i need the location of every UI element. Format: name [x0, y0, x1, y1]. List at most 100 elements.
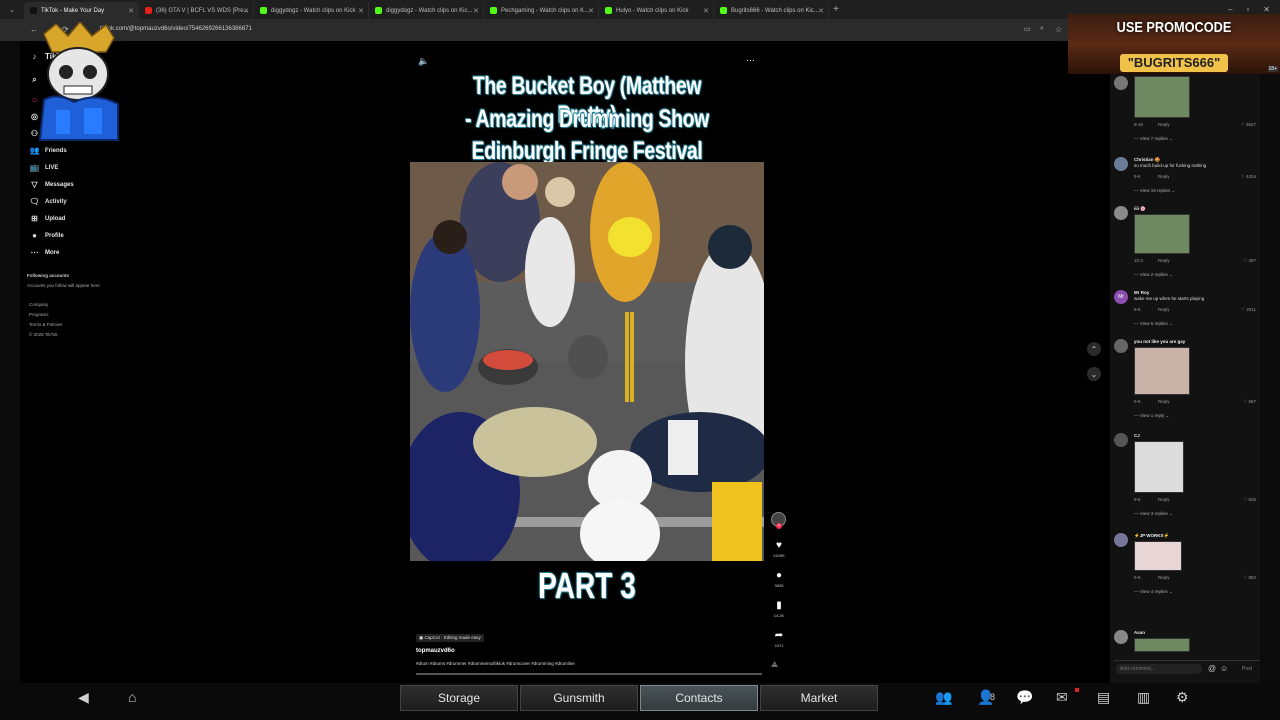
emoji-icon[interactable]: ☺ [1220, 664, 1228, 673]
sidebar-item-live[interactable]: 📺 LIVE [30, 163, 59, 172]
close-window-icon[interactable]: ✕ [1263, 5, 1270, 14]
scroll-up-icon[interactable]: ⌃ [1087, 342, 1101, 356]
sidebar-item-upload[interactable]: ⊞ Upload [30, 214, 65, 223]
view-replies-button[interactable]: — View 4 replies ⌄ [1134, 589, 1173, 595]
browser-tab[interactable]: (36) GTA V | BCFL VS WDS [Pre... ✕ [139, 2, 254, 19]
comment-author[interactable]: iiii 🌸 [1134, 206, 1146, 212]
sidebar-item-friends[interactable]: 👥 Friends [30, 146, 67, 155]
reply-button[interactable]: Reply [1158, 497, 1170, 502]
comment-author[interactable]: ⚡JP WORKS⚡ [1134, 533, 1169, 539]
sidebar-item-messages[interactable]: ▽ Messages [30, 180, 73, 189]
video-author[interactable]: topmauzvd6o [416, 648, 455, 654]
comment-author[interactable]: you not like you are gay [1134, 339, 1185, 344]
scroll-down-icon[interactable]: ⌄ [1087, 367, 1101, 381]
cast-icon[interactable]: ▭ [1024, 25, 1031, 33]
comment-image[interactable] [1134, 347, 1190, 395]
maximize-icon[interactable]: ▫ [1246, 5, 1249, 14]
avatar[interactable] [1114, 206, 1128, 220]
settings-gear-icon[interactable]: ⚙ [1176, 689, 1189, 706]
sidebar-item-profile[interactable]: ● Profile [30, 231, 64, 240]
browser-tab[interactable]: Pechgaming - Watch clips on K... ✕ [484, 2, 599, 19]
close-tab-icon[interactable]: ✕ [243, 7, 249, 15]
minimize-icon[interactable]: – [1228, 5, 1232, 14]
reply-button[interactable]: Reply [1158, 307, 1170, 312]
hud-tab-market[interactable]: Market [760, 685, 878, 711]
handbook-icon[interactable]: ▤ [1097, 689, 1110, 706]
save-button[interactable]: ▮ 14.2K [770, 600, 788, 618]
comment-likes[interactable]: ♡ 892 [1243, 575, 1256, 581]
avatar[interactable] [1114, 630, 1128, 644]
comment-image[interactable] [1134, 76, 1190, 118]
close-tab-icon[interactable]: ✕ [588, 7, 594, 15]
capcut-tag[interactable]: ▣ CapCut · Editing made easy [416, 634, 484, 642]
hud-tab-contacts[interactable]: Contacts [640, 685, 758, 711]
like-button[interactable]: ♥ 2429K [770, 540, 788, 558]
home-icon[interactable]: ⌂ [128, 689, 136, 705]
browser-tab[interactable]: TikTok - Make Your Day ✕ [24, 2, 139, 19]
zoom-icon[interactable]: ⌕ [1040, 25, 1044, 33]
more-options-icon[interactable]: ⋯ [746, 55, 755, 66]
view-replies-button[interactable]: — View 5 replies ⌄ [1134, 321, 1173, 327]
avatar[interactable] [1114, 533, 1128, 547]
close-tab-icon[interactable]: ✕ [703, 7, 709, 15]
comment-likes[interactable]: ♡ 4204 [1241, 174, 1256, 180]
tab-list-icon[interactable]: ⌄ [0, 1, 24, 18]
view-replies-button[interactable]: — View 7 replies ⌄ [1134, 136, 1173, 142]
view-replies-button[interactable]: — View 1 reply ⌄ [1134, 413, 1169, 419]
close-tab-icon[interactable]: ✕ [128, 7, 134, 15]
back-arrow-icon[interactable]: ◀ [78, 689, 89, 706]
browser-tab[interactable]: Bugrits666 - Watch clips on Kic... ✕ [714, 2, 829, 19]
comment-likes[interactable]: ♡ 3627 [1241, 122, 1256, 128]
reply-button[interactable]: Reply [1158, 122, 1170, 127]
comment-likes[interactable]: ♡ 497 [1243, 258, 1256, 264]
avatar[interactable]: Mr [1114, 290, 1128, 304]
notes-icon[interactable]: ▥ [1137, 689, 1150, 706]
comment-author[interactable]: Asan [1134, 630, 1145, 635]
comment-likes[interactable]: ♡ 825 [1243, 497, 1256, 503]
video-hashtags[interactable]: #drum #drums #drummer #drummersoftiktok … [416, 661, 575, 666]
browser-tab[interactable]: diggydogz - Watch clips on Kick ✕ [254, 2, 369, 19]
view-replies-button[interactable]: — View 19 replies ⌄ [1134, 188, 1175, 194]
mail-icon[interactable]: ✉ [1056, 689, 1068, 706]
footer-link[interactable]: Terms & Policies [29, 322, 62, 327]
hud-tab-gunsmith[interactable]: Gunsmith [520, 685, 638, 711]
comment-likes[interactable]: ♡ 667 [1243, 399, 1256, 405]
volume-icon[interactable]: 🔈 [418, 56, 429, 67]
reply-button[interactable]: Reply [1158, 174, 1170, 179]
reply-button[interactable]: Reply [1158, 258, 1170, 263]
avatar[interactable] [1114, 157, 1128, 171]
close-tab-icon[interactable]: ✕ [358, 7, 364, 15]
view-replies-button[interactable]: — View 3 replies ⌄ [1134, 511, 1173, 517]
video-progress-bar[interactable] [416, 673, 762, 675]
view-replies-button[interactable]: — View 2 replies ⌄ [1134, 272, 1173, 278]
footer-link[interactable]: Programs [29, 312, 49, 317]
reply-button[interactable]: Reply [1158, 575, 1170, 580]
browser-tab[interactable]: diggydogz - Watch clips on Kic... ✕ [369, 2, 484, 19]
comment-author[interactable]: CJ [1134, 433, 1140, 438]
sidebar-item-more[interactable]: ⋯ More [30, 248, 60, 257]
sound-disc-icon[interactable]: ⟁ [771, 660, 778, 670]
comment-likes[interactable]: ♡ 2011 [1241, 307, 1256, 313]
bookmark-star-icon[interactable]: ☆ [1055, 25, 1062, 34]
share-button[interactable]: ➦ 2471 [770, 630, 788, 648]
browser-tab[interactable]: Hulyo - Watch clips on Kick ✕ [599, 2, 714, 19]
comment-author[interactable]: Mr Roy [1134, 290, 1149, 295]
chat-icon[interactable]: 💬 [1016, 689, 1033, 706]
add-comment-input[interactable] [1116, 664, 1202, 674]
comment-button[interactable]: ● 3835 [770, 570, 788, 588]
sidebar-item-activity[interactable]: 🗨 Activity [29, 197, 66, 206]
follow-plus-icon[interactable]: + [776, 523, 782, 529]
hud-tab-storage[interactable]: Storage [400, 685, 518, 711]
post-button[interactable]: Post [1242, 666, 1252, 672]
footer-link[interactable]: Company [29, 302, 48, 307]
comment-image[interactable] [1134, 214, 1190, 254]
avatar[interactable] [1114, 339, 1128, 353]
comment-image[interactable] [1134, 638, 1190, 652]
comment-image[interactable] [1134, 541, 1182, 571]
close-tab-icon[interactable]: ✕ [473, 7, 479, 15]
group-icon[interactable]: 👥 [935, 689, 952, 706]
mention-icon[interactable]: @ [1208, 664, 1216, 673]
comment-image[interactable] [1134, 441, 1184, 493]
avatar[interactable] [1114, 433, 1128, 447]
avatar[interactable] [1114, 76, 1128, 90]
